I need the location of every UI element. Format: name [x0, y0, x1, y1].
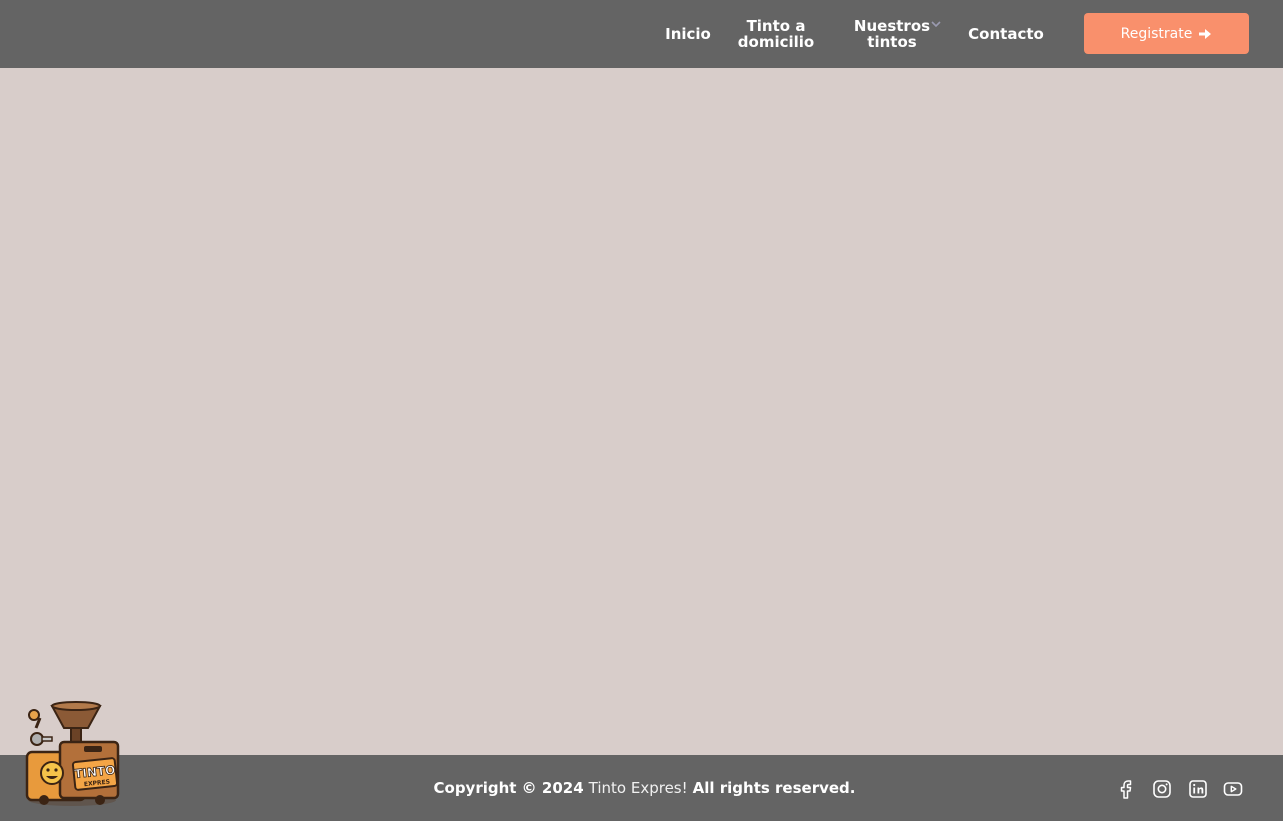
- nav-tinto-a-domicilio-label: Tinto a domicilio: [737, 17, 815, 51]
- top-navbar: Inicio Tinto a domicilio Nuestros tintos…: [0, 0, 1283, 68]
- nav-inicio[interactable]: Inicio: [660, 0, 716, 68]
- footer-brand-link[interactable]: Tinto Expres!: [589, 779, 688, 797]
- instagram-icon[interactable]: [1151, 778, 1173, 800]
- copyright-prefix: Copyright © 2024: [433, 779, 584, 797]
- copyright-text: Copyright © 2024 Tinto Expres! All right…: [0, 755, 1283, 821]
- nav-contacto[interactable]: Contacto: [960, 0, 1052, 68]
- registrate-button-label: Registrate: [1120, 25, 1193, 42]
- tinto-expres-logo[interactable]: TINTO EXPRES: [22, 700, 122, 808]
- linkedin-icon[interactable]: [1187, 778, 1209, 800]
- main-content-area: [0, 68, 1283, 755]
- arrow-right-icon: [1199, 28, 1212, 39]
- registrate-button[interactable]: Registrate: [1084, 13, 1249, 54]
- nav-inicio-label: Inicio: [665, 25, 711, 43]
- copyright-suffix: All rights reserved.: [692, 779, 856, 797]
- nav-contacto-label: Contacto: [968, 25, 1044, 43]
- nav-tinto-a-domicilio[interactable]: Tinto a domicilio: [732, 0, 820, 68]
- youtube-icon[interactable]: [1222, 778, 1244, 800]
- footer: Copyright © 2024 Tinto Expres! All right…: [0, 755, 1283, 821]
- chevron-down-icon: [931, 21, 941, 28]
- facebook-icon[interactable]: [1115, 778, 1137, 800]
- nav-nuestros-tintos-label: Nuestros tintos: [853, 17, 931, 51]
- nav-nuestros-tintos[interactable]: Nuestros tintos: [842, 0, 942, 68]
